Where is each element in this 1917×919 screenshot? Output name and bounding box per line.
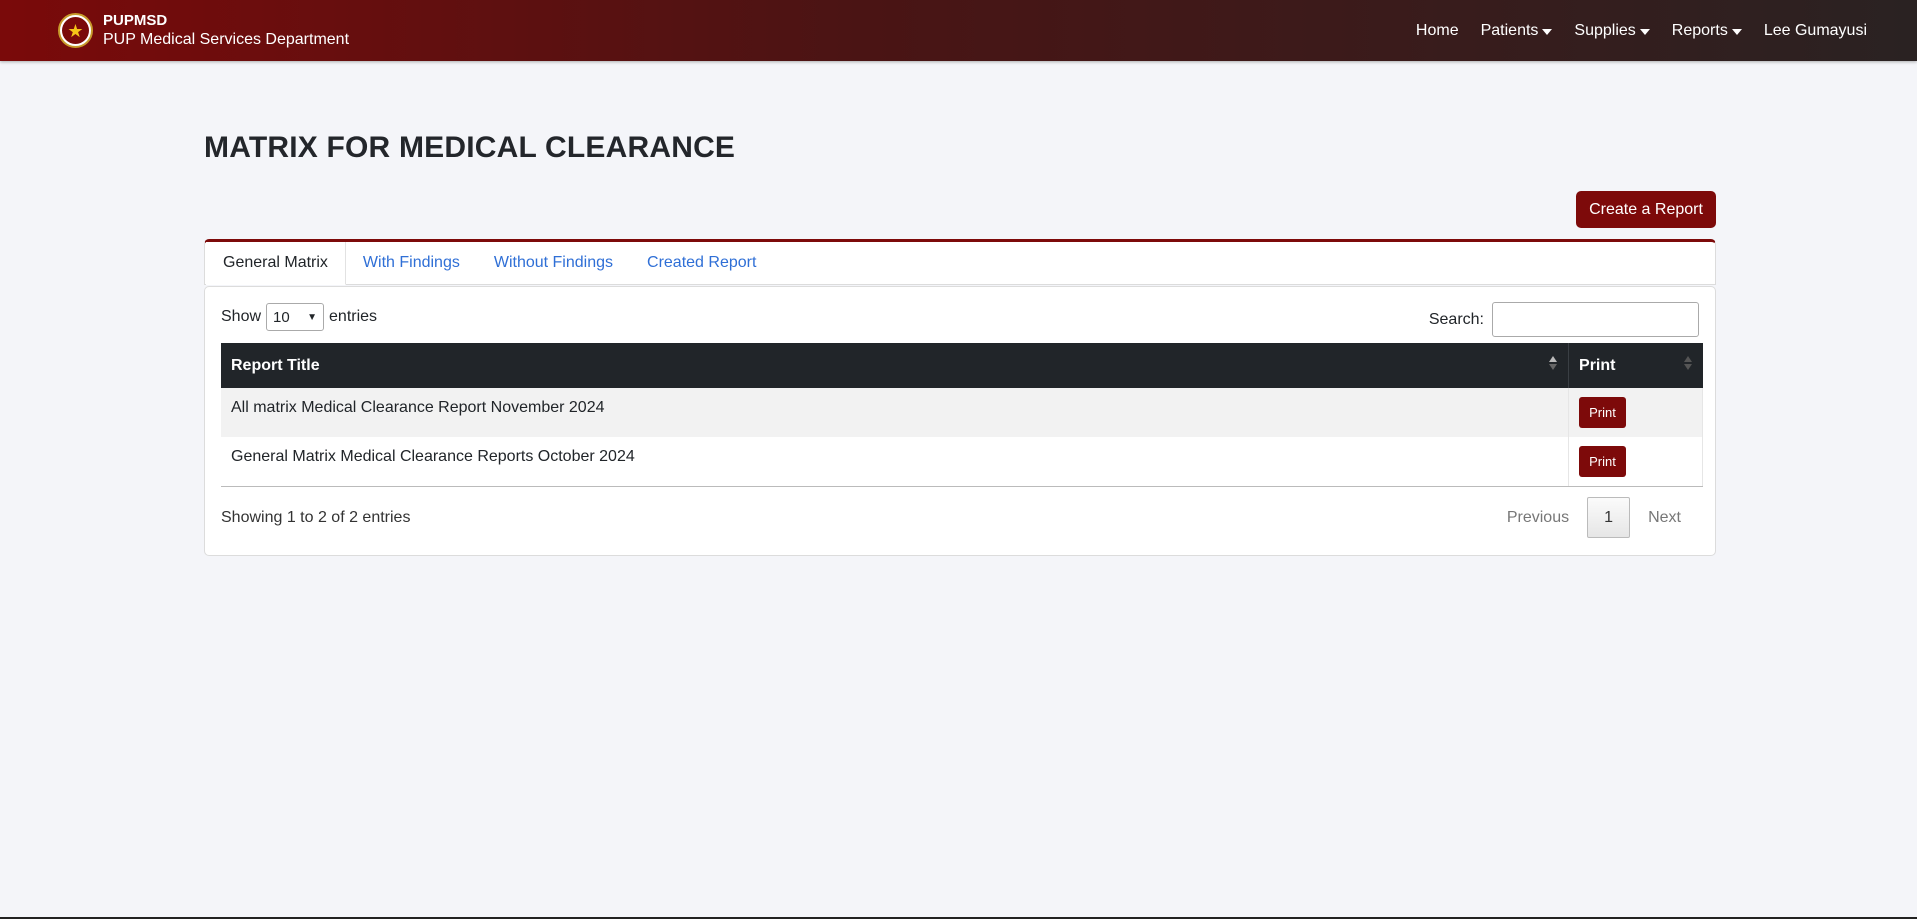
reports-table: Report Title Print All matrix Medical Cl… xyxy=(221,343,1703,487)
print-cell: Print xyxy=(1568,437,1703,487)
report-title-cell: All matrix Medical Clearance Report Nove… xyxy=(221,388,1570,437)
tab-bar: General Matrix With Findings Without Fin… xyxy=(204,239,1716,285)
table-row: All matrix Medical Clearance Report Nove… xyxy=(221,388,1703,437)
tab-created-report[interactable]: Created Report xyxy=(630,242,773,284)
caret-down-icon xyxy=(1542,28,1553,35)
table-row: General Matrix Medical Clearance Reports… xyxy=(221,437,1703,487)
pagination: Previous 1 Next xyxy=(1489,497,1699,538)
nav-patients-label: Patients xyxy=(1480,21,1539,39)
brand[interactable]: ★ PUPMSD PUP Medical Services Department xyxy=(58,12,349,50)
nav-reports-label: Reports xyxy=(1671,21,1728,39)
search-label: Search: xyxy=(1428,310,1484,328)
print-button[interactable]: Print xyxy=(1579,446,1627,477)
pup-seal-icon: ★ xyxy=(58,13,93,48)
entries-length-control: Show 10 ▼ entries xyxy=(221,303,377,331)
nav-supplies-dropdown[interactable]: Supplies xyxy=(1574,21,1650,40)
report-table-card: Show 10 ▼ entries Search: Report Title P… xyxy=(204,286,1716,556)
entries-select-value: 10 xyxy=(273,308,290,326)
create-report-button[interactable]: Create a Report xyxy=(1576,191,1716,228)
nav-home-label: Home xyxy=(1415,21,1459,39)
print-button[interactable]: Print xyxy=(1579,397,1627,428)
show-label: Show xyxy=(221,308,262,325)
report-title-cell: General Matrix Medical Clearance Reports… xyxy=(221,437,1570,487)
nav-user-menu[interactable]: Lee Gumayusi xyxy=(1764,22,1867,40)
nav-supplies-label: Supplies xyxy=(1574,21,1636,39)
entries-select[interactable]: 10 ▼ xyxy=(266,303,325,331)
column-header-print-label: Print xyxy=(1579,356,1616,374)
caret-down-icon xyxy=(1731,28,1742,35)
pagination-next[interactable]: Next xyxy=(1630,509,1699,527)
page-title: MATRIX FOR MEDICAL CLEARANCE xyxy=(204,131,736,164)
nav-reports-dropdown[interactable]: Reports xyxy=(1672,22,1742,40)
sort-icon xyxy=(1548,356,1558,374)
pagination-previous[interactable]: Previous xyxy=(1489,509,1587,527)
table-info: Showing 1 to 2 of 2 entries xyxy=(221,509,411,526)
nav-home[interactable]: Home xyxy=(1416,22,1459,40)
pagination-page-1[interactable]: 1 xyxy=(1587,497,1631,538)
tab-with-findings[interactable]: With Findings xyxy=(346,242,477,284)
table-header-row: Report Title Print xyxy=(221,343,1703,388)
column-header-report-title[interactable]: Report Title xyxy=(221,343,1570,388)
nav-links: Home Patients Supplies Reports Lee Gumay… xyxy=(1416,22,1867,40)
caret-down-icon xyxy=(1639,28,1650,35)
print-cell: Print xyxy=(1568,388,1703,437)
brand-full-name: PUP Medical Services Department xyxy=(103,30,350,48)
column-header-print[interactable]: Print xyxy=(1568,343,1703,388)
nav-user-name: Lee Gumayusi xyxy=(1763,21,1867,39)
chevron-down-icon: ▼ xyxy=(307,311,318,323)
column-header-report-title-label: Report Title xyxy=(231,356,320,374)
sort-icon xyxy=(1683,356,1693,374)
tab-without-findings[interactable]: Without Findings xyxy=(477,242,630,284)
search-control: Search: xyxy=(1429,302,1699,337)
brand-text: PUPMSD PUP Medical Services Department xyxy=(103,12,349,50)
entries-label: entries xyxy=(329,308,378,325)
nav-patients-dropdown[interactable]: Patients xyxy=(1481,22,1553,40)
brand-short-name: PUPMSD xyxy=(103,11,168,29)
search-input[interactable] xyxy=(1492,302,1699,337)
tab-general-matrix[interactable]: General Matrix xyxy=(206,242,346,285)
top-navbar: ★ PUPMSD PUP Medical Services Department… xyxy=(0,0,1917,61)
